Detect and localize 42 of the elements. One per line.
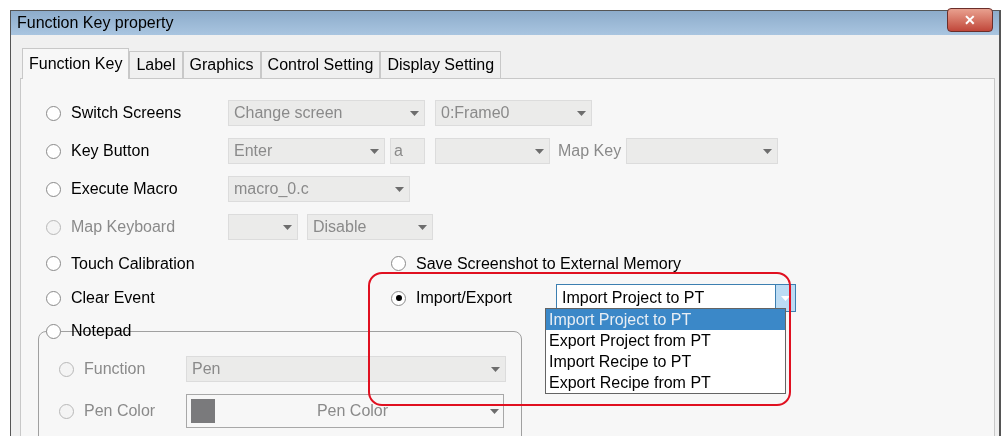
radio-button[interactable]: [391, 290, 406, 306]
option-label: Map Keyboard: [71, 217, 176, 237]
dropdown-arrow-icon: [418, 224, 427, 230]
option-label: Pen Color: [84, 401, 156, 421]
dropdown-list-item[interactable]: Import Recipe to PT: [546, 351, 785, 372]
radio-button[interactable]: [46, 290, 61, 306]
tab[interactable]: Control Setting: [260, 51, 381, 78]
option-label: Clear Event: [71, 288, 155, 308]
radio-button[interactable]: [391, 256, 406, 271]
option-label: Notepad: [71, 321, 132, 341]
dropdown-arrow-icon: [283, 224, 292, 230]
option-label: Switch Screens: [71, 103, 182, 123]
dropdown-arrow-icon: [395, 186, 404, 192]
dropdown-arrow-icon: [490, 408, 499, 414]
radio-button[interactable]: [46, 143, 61, 159]
option-label: Touch Calibration: [71, 253, 195, 274]
dropdown-arrow-icon: [535, 148, 544, 154]
option-label: Function: [84, 359, 146, 379]
field-label: Map Key: [558, 141, 622, 161]
radio-button[interactable]: [46, 323, 61, 339]
option-label: Key Button: [71, 141, 150, 161]
option-label: Import/Export: [416, 288, 513, 308]
tab[interactable]: Graphics: [182, 51, 261, 78]
tab[interactable]: Display Setting: [380, 51, 502, 78]
option-label: Execute Macro: [71, 179, 178, 199]
dropdown-arrow-icon: [763, 148, 773, 154]
dropdown-arrow-icon: [577, 110, 586, 116]
dropdown-list-item[interactable]: Export Project from PT: [546, 330, 785, 351]
tab[interactable]: Function Key: [22, 48, 130, 79]
window-title: Function Key property: [17, 13, 174, 33]
radio-button[interactable]: [46, 181, 61, 197]
radio-button[interactable]: [46, 256, 61, 271]
dropdown-list-item[interactable]: Import Project to PT: [546, 309, 785, 330]
option-label: Save Screenshot to External Memory: [416, 253, 681, 274]
dropdown-arrow-icon: [370, 148, 379, 154]
close-button[interactable]: ✕: [947, 8, 993, 32]
tab[interactable]: Label: [129, 51, 183, 78]
dropdown-arrow-icon: [410, 110, 419, 116]
dropdown-list-item[interactable]: Export Recipe from PT: [546, 372, 785, 393]
radio-button[interactable]: [46, 105, 61, 121]
dropdown-arrow-icon: [491, 366, 500, 372]
dropdown-arrow-icon: [781, 295, 790, 301]
